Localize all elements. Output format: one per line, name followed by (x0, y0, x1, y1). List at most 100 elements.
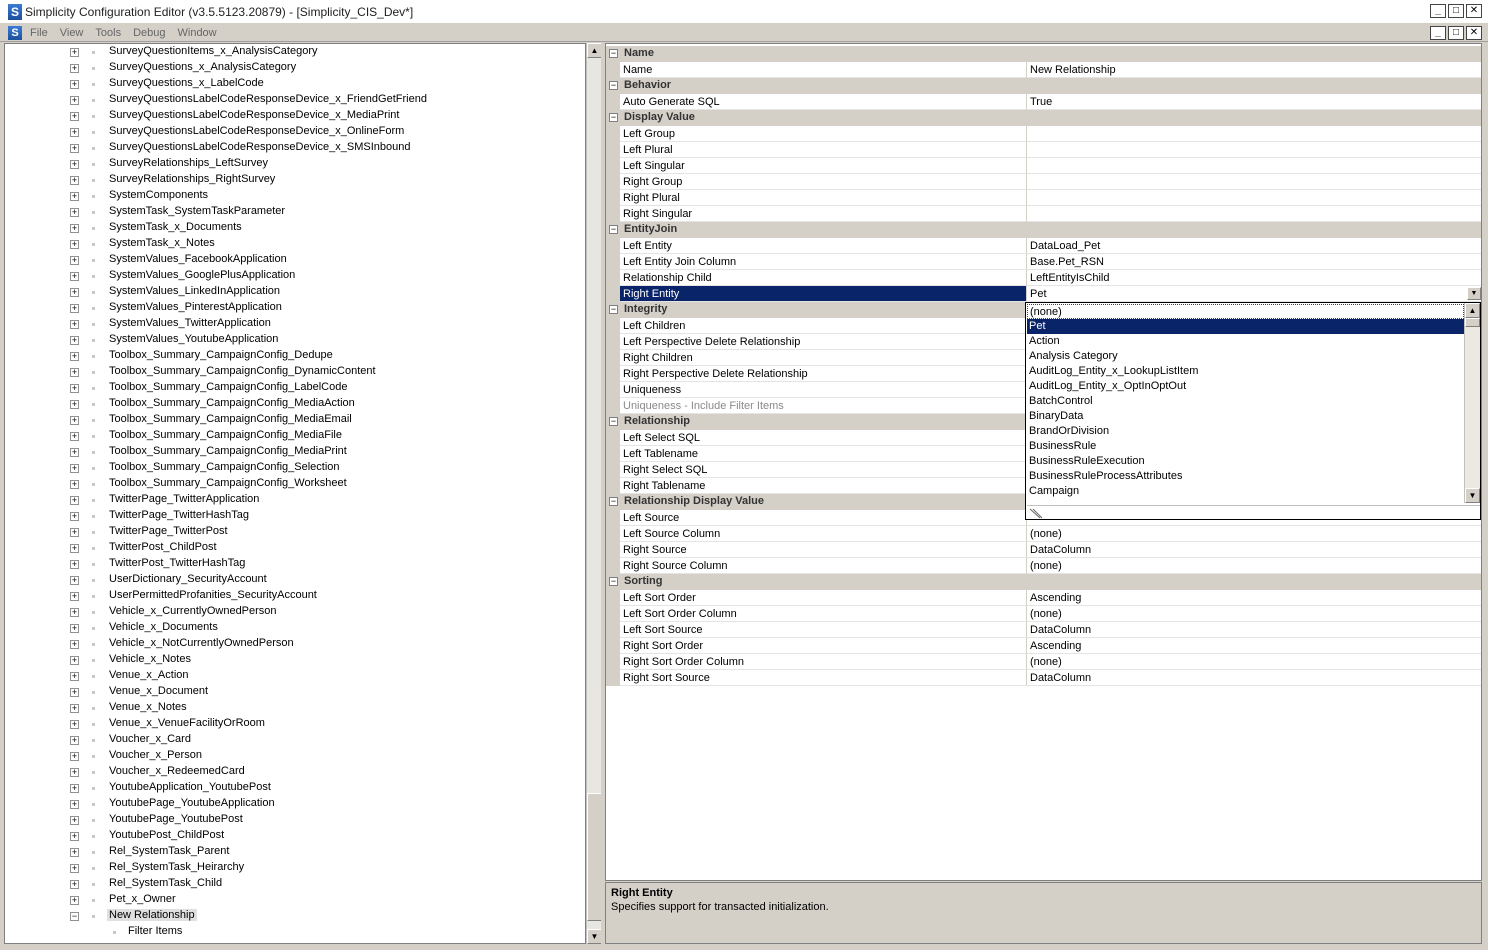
expand-icon[interactable]: + (70, 896, 79, 905)
property-value[interactable]: New Relationship (1027, 62, 1481, 78)
dropdown-option[interactable]: Analysis Category (1027, 349, 1464, 364)
collapse-icon[interactable]: − (609, 497, 618, 506)
property-row[interactable]: Right Source DataColumn (606, 542, 1481, 558)
dropdown-option[interactable]: BrandOrDivision (1027, 424, 1464, 439)
property-name[interactable]: Right Sort Order (620, 638, 1027, 654)
property-value[interactable]: DataColumn (1027, 542, 1481, 558)
scroll-down-arrow-icon[interactable]: ▼ (587, 929, 602, 944)
dropdown-scrollbar[interactable]: ▲ ▼ (1464, 303, 1480, 503)
tree-node[interactable]: + SystemTask_x_Notes (5, 236, 585, 252)
tree-node-label[interactable]: SurveyRelationships_LeftSurvey (107, 157, 270, 169)
property-name[interactable]: Right Perspective Delete Relationship (620, 366, 1027, 382)
property-value[interactable] (1027, 158, 1481, 174)
tree-child-node[interactable]: Filter Items (5, 924, 585, 940)
expand-icon[interactable]: + (70, 208, 79, 217)
property-value[interactable]: Base.Pet_RSN (1027, 254, 1481, 270)
tree-node-label[interactable]: TwitterPage_TwitterApplication (107, 493, 261, 505)
expand-icon[interactable]: + (70, 448, 79, 457)
property-name[interactable]: Left Source (620, 510, 1027, 526)
tree-node[interactable]: + Toolbox_Summary_CampaignConfig_MediaEma… (5, 412, 585, 428)
property-row[interactable]: Right Group (606, 174, 1481, 190)
expand-icon[interactable]: + (70, 352, 79, 361)
property-name[interactable]: Right Sort Order Column (620, 654, 1027, 670)
close-button[interactable]: ✕ (1466, 4, 1482, 18)
expand-icon[interactable]: + (70, 480, 79, 489)
property-value[interactable]: Ascending (1027, 590, 1481, 606)
tree-node-label[interactable]: Vehicle_x_Documents (107, 621, 220, 633)
tree-node[interactable]: + Toolbox_Summary_CampaignConfig_MediaFil… (5, 428, 585, 444)
property-row[interactable]: Right Sort Source DataColumn (606, 670, 1481, 686)
property-name[interactable]: Right Group (620, 174, 1027, 190)
tree-node[interactable]: + SurveyQuestionsLabelCodeResponseDevice_… (5, 92, 585, 108)
tree-node-label[interactable]: YoutubeApplication_YoutubePost (107, 781, 273, 793)
collapse-icon[interactable]: − (609, 225, 618, 234)
property-category[interactable]: − Behavior (606, 78, 1481, 94)
tree-node[interactable]: + Rel_SystemTask_Heirarchy (5, 860, 585, 876)
scroll-down-arrow-icon[interactable]: ▼ (1465, 488, 1480, 503)
mdi-minimize-button[interactable]: _ (1430, 26, 1446, 40)
tree-node[interactable]: + Toolbox_Summary_CampaignConfig_MediaAct… (5, 396, 585, 412)
tree-node-label[interactable]: UserPermittedProfanities_SecurityAccount (107, 589, 319, 601)
dropdown-option[interactable]: BusinessRuleExecution (1027, 454, 1464, 469)
expand-icon[interactable]: + (70, 176, 79, 185)
property-value[interactable]: DataLoad_Pet (1027, 238, 1481, 254)
expand-icon[interactable]: + (70, 112, 79, 121)
tree-node[interactable]: + SurveyQuestionsLabelCodeResponseDevice_… (5, 108, 585, 124)
menu-file[interactable]: File (30, 27, 48, 39)
tree-node[interactable]: + SurveyQuestions_x_LabelCode (5, 76, 585, 92)
property-value[interactable]: Ascending (1027, 638, 1481, 654)
tree-node[interactable]: + Rel_SystemTask_Parent (5, 844, 585, 860)
tree-node[interactable]: + YoutubePost_ChildPost (5, 828, 585, 844)
expand-icon[interactable]: + (70, 592, 79, 601)
tree-node-label[interactable]: Venue_x_Action (107, 669, 191, 681)
tree-node-label[interactable]: SurveyQuestionsLabelCodeResponseDevice_x… (107, 125, 406, 137)
property-name[interactable]: Right Entity (620, 286, 1027, 302)
property-name[interactable]: Right Sort Source (620, 670, 1027, 686)
tree-node-label[interactable]: TwitterPost_ChildPost (107, 541, 219, 553)
tree-node-label[interactable]: Toolbox_Summary_CampaignConfig_MediaEmai… (107, 413, 354, 425)
dropdown-option[interactable]: AuditLog_Entity_x_LookupListItem (1027, 364, 1464, 379)
expand-icon[interactable]: + (70, 688, 79, 697)
right-entity-dropdown-list[interactable]: ▲ ▼ (none) Pet Action Analysis Category Audi… (1025, 302, 1481, 520)
tree-node[interactable]: + SurveyRelationships_RightSurvey (5, 172, 585, 188)
property-row[interactable]: Right Sort Order Ascending (606, 638, 1481, 654)
tree-node[interactable]: + TwitterPage_TwitterApplication (5, 492, 585, 508)
property-name[interactable]: Left Sort Order Column (620, 606, 1027, 622)
tree-node-label[interactable]: TwitterPost_TwitterHashTag (107, 557, 247, 569)
property-name[interactable]: Left Children (620, 318, 1027, 334)
tree-node[interactable]: + Toolbox_Summary_CampaignConfig_Workshee… (5, 476, 585, 492)
tree-node[interactable]: + SystemTask_x_Documents (5, 220, 585, 236)
dropdown-option[interactable]: Pet (1027, 319, 1464, 334)
property-row[interactable]: Left Sort Order Ascending (606, 590, 1481, 606)
expand-icon[interactable]: + (70, 416, 79, 425)
tree-node-label[interactable]: SurveyQuestions_x_LabelCode (107, 77, 266, 89)
tree-node-label[interactable]: Vehicle_x_NotCurrentlyOwnedPerson (107, 637, 296, 649)
expand-icon[interactable]: + (70, 880, 79, 889)
expand-icon[interactable]: + (70, 768, 79, 777)
property-row[interactable]: Left Group (606, 126, 1481, 142)
property-row[interactable]: Left Entity DataLoad_Pet (606, 238, 1481, 254)
property-value[interactable] (1027, 174, 1481, 190)
tree-node-label[interactable]: SystemValues_TwitterApplication (107, 317, 273, 329)
tree-node-label[interactable]: TwitterPage_TwitterPost (107, 525, 230, 537)
tree-node-label[interactable]: SystemValues_LinkedInApplication (107, 285, 282, 297)
scroll-up-arrow-icon[interactable]: ▲ (1465, 303, 1480, 318)
expand-icon[interactable]: + (70, 240, 79, 249)
property-row[interactable]: Right Entity Pet ▼ (606, 286, 1481, 302)
property-row[interactable]: Right Singular (606, 206, 1481, 222)
property-value[interactable]: LeftEntityIsChild (1027, 270, 1481, 286)
property-name[interactable]: Uniqueness - Include Filter Items (620, 398, 1027, 414)
property-value[interactable] (1027, 206, 1481, 222)
tree-node-label[interactable]: SystemTask_x_Notes (107, 237, 217, 249)
property-name[interactable]: Right Source (620, 542, 1027, 558)
tree-node[interactable]: + Pet_x_Owner (5, 892, 585, 908)
tree-node-label[interactable]: Toolbox_Summary_CampaignConfig_MediaFile (107, 429, 344, 441)
tree-node[interactable]: + SurveyQuestionsLabelCodeResponseDevice_… (5, 140, 585, 156)
property-value[interactable]: True (1027, 94, 1481, 110)
collapse-icon[interactable]: − (609, 113, 618, 122)
tree-node[interactable]: + Voucher_x_Person (5, 748, 585, 764)
property-value[interactable] (1027, 190, 1481, 206)
expand-icon[interactable]: + (70, 848, 79, 857)
property-name[interactable]: Right Source Column (620, 558, 1027, 574)
property-row[interactable]: Right Sort Order Column (none) (606, 654, 1481, 670)
